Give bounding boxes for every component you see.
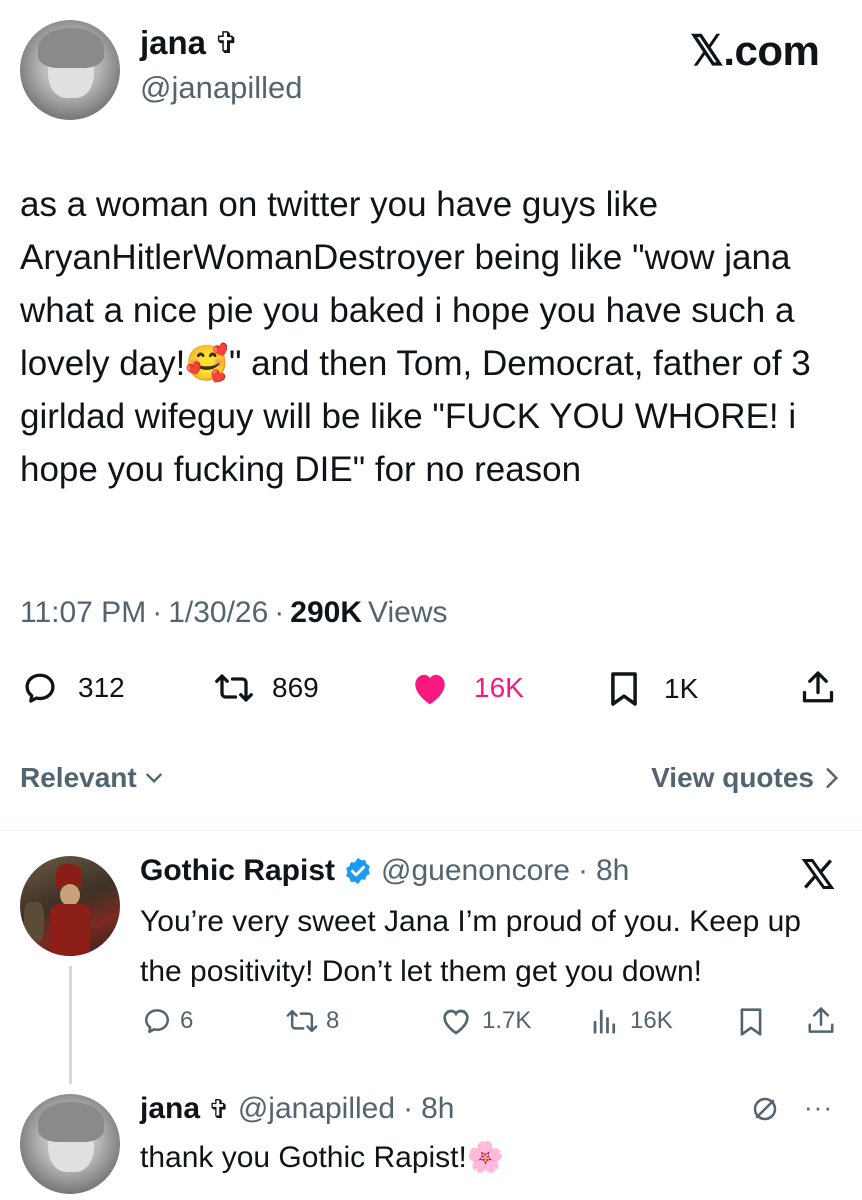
reply-reply-count: 6: [180, 1007, 194, 1034]
reply-text: You’re very sweet Jana I’m proud of you.…: [140, 905, 801, 988]
cross-badge: ✞: [214, 26, 240, 60]
bookmark-button[interactable]: 1K: [608, 670, 698, 708]
share-icon: [808, 1007, 834, 1033]
reply-retweet-count: 8: [326, 1007, 340, 1034]
reply-views-count: 16K: [630, 1007, 673, 1034]
reply-avatar[interactable]: [20, 856, 120, 956]
x-com-logo: 𝕏.com: [690, 27, 820, 74]
retweet-button[interactable]: 869: [214, 670, 319, 706]
reply-time[interactable]: 8h: [596, 854, 629, 888]
sort-label: Relevant: [20, 762, 137, 793]
reply-retweet-button[interactable]: 8: [286, 1006, 339, 1036]
analytics-icon: [593, 1009, 616, 1034]
heart-filled-icon: [415, 674, 445, 705]
retweet-count: 869: [272, 672, 319, 703]
reply-like-count: 1.7K: [482, 1007, 532, 1034]
retweet-icon: [215, 674, 253, 702]
retweet-icon: [286, 1009, 318, 1033]
chevron-right-icon: [826, 768, 839, 788]
reply-like-button[interactable]: 1.7K: [440, 1006, 531, 1036]
meta-dot: ·: [152, 596, 163, 629]
reply-header: Gothic Rapist @guenoncore · 8h: [140, 854, 629, 888]
reply-x-logo: [800, 856, 836, 892]
reply-author-name[interactable]: jana: [140, 1092, 200, 1126]
reply-author-handle[interactable]: @guenoncore: [381, 854, 570, 888]
like-count: 16K: [474, 672, 524, 703]
tweet-meta: 11:07 PM · 1/30/26 · 290K Views: [20, 596, 447, 630]
reply-reply-button[interactable]: 6: [142, 1006, 193, 1036]
reply-text: thank you Gothic Rapist!🌸: [140, 1141, 505, 1174]
share-button[interactable]: [800, 668, 836, 708]
reply-count: 312: [78, 672, 125, 703]
reply-avatar[interactable]: [20, 1094, 120, 1194]
more-icon: ···: [804, 1092, 833, 1122]
chevron-down-icon: [145, 773, 162, 784]
like-button[interactable]: 16K: [410, 670, 524, 706]
cross-badge: ✞: [208, 1093, 230, 1124]
bookmark-icon: [611, 672, 637, 706]
author-name[interactable]: jana: [140, 24, 206, 62]
reply-views-button[interactable]: 16K: [590, 1006, 673, 1036]
heart-outline-icon: [443, 1009, 469, 1035]
bookmark-icon: [740, 1008, 762, 1036]
meta-dot: ·: [274, 596, 285, 629]
views-label: Views: [368, 596, 448, 629]
reply-share-button[interactable]: [806, 1004, 836, 1038]
reply-author-handle[interactable]: @janapilled: [238, 1092, 395, 1126]
author-handle[interactable]: @janapilled: [140, 70, 302, 106]
author-avatar[interactable]: [20, 20, 120, 120]
reply-dot: ·: [403, 1092, 414, 1125]
reply-icon: [25, 673, 55, 703]
reply-bookmark-button[interactable]: [738, 1006, 764, 1038]
tweet-time[interactable]: 11:07 PM: [20, 596, 146, 630]
tweet-date[interactable]: 1/30/26: [168, 596, 268, 630]
view-quotes-link[interactable]: View quotes: [651, 762, 840, 794]
reply-author-name[interactable]: Gothic Rapist: [140, 854, 335, 888]
view-quotes-label: View quotes: [651, 762, 814, 793]
reply-time[interactable]: 8h: [421, 1092, 454, 1126]
section-divider: [0, 830, 862, 831]
sort-dropdown[interactable]: Relevant: [20, 762, 165, 794]
reply-icon: [145, 1009, 169, 1034]
thread-line: [69, 966, 72, 1084]
tweet-text: as a woman on twitter you have guys like…: [20, 185, 811, 489]
reply-header: jana ✞ @janapilled · 8h: [140, 1092, 454, 1126]
more-options-button[interactable]: ···: [804, 1092, 833, 1123]
hide-reply-button[interactable]: [750, 1094, 780, 1124]
bookmark-count: 1K: [664, 673, 699, 704]
reply-button[interactable]: 312: [22, 670, 125, 706]
hidden-icon: [753, 1097, 777, 1121]
verified-icon: [346, 857, 370, 885]
share-icon: [802, 671, 834, 703]
reply-dot: ·: [577, 854, 588, 887]
views-count: 290K: [290, 596, 362, 629]
